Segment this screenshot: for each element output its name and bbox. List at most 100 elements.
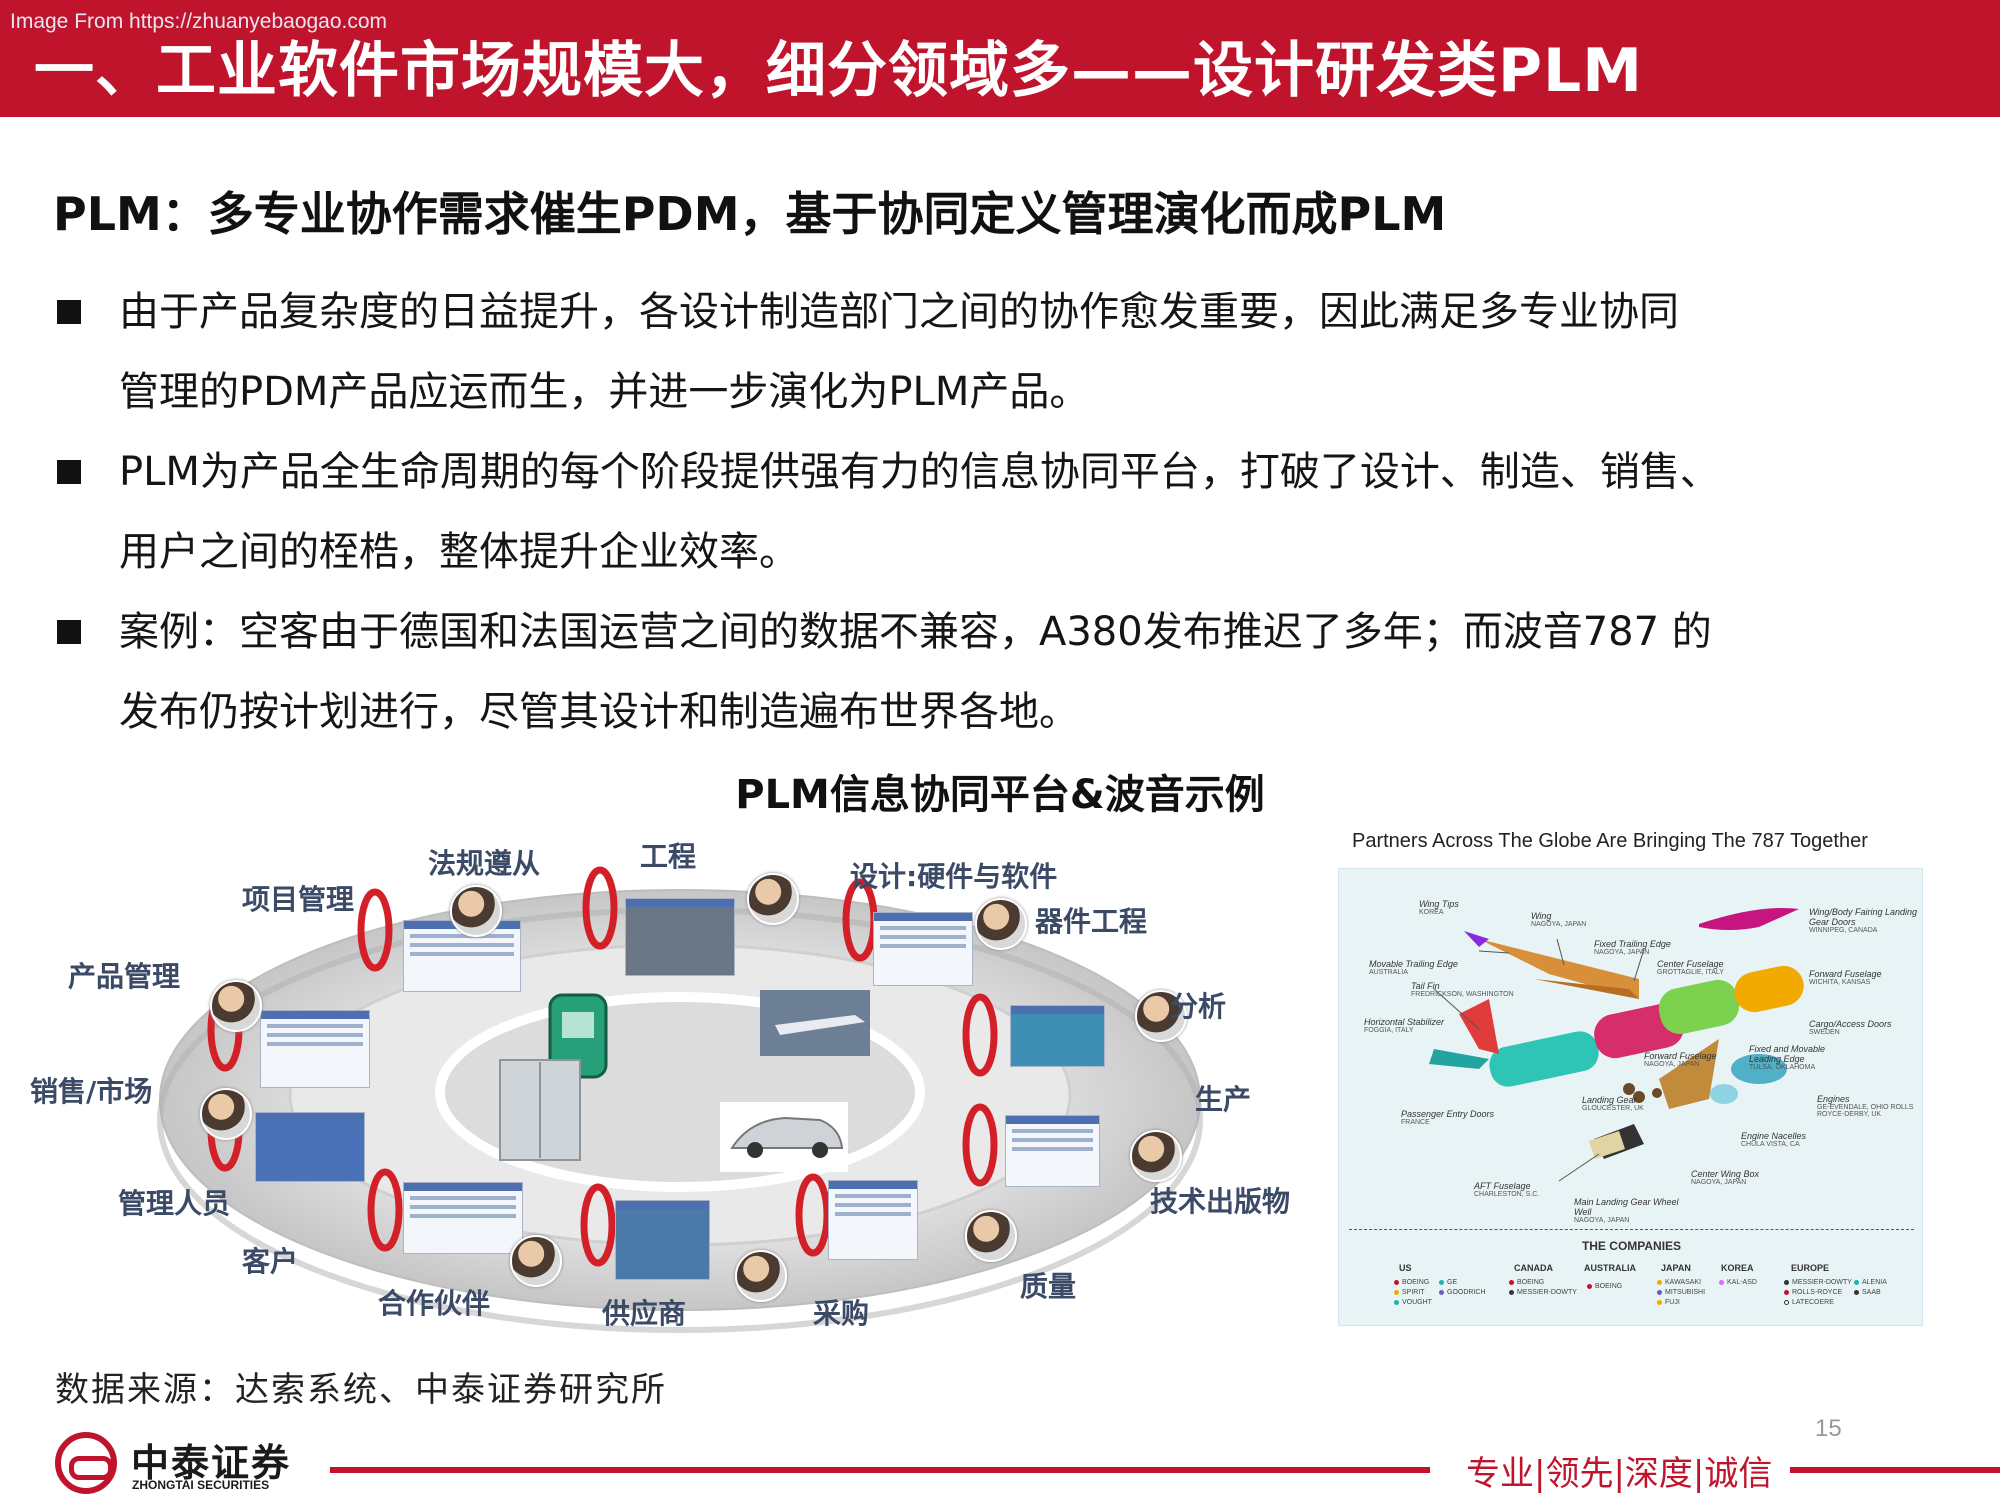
company-item: SPIRIT	[1394, 1289, 1425, 1296]
part-label: Engines GE-EVENDALE, OHIO ROLLS ROYCE-DER…	[1817, 1094, 1914, 1118]
plm-ring-diagram: 法规遵从 工程 设计:硬件与软件 项目管理 器件工程 产品管理 分析 销售/市场…	[20, 830, 1340, 1350]
part-label: Forward Fuselage NAGOYA, JAPAN	[1644, 1051, 1717, 1068]
bullet-square-icon	[57, 620, 81, 644]
boeing-figure-title: Partners Across The Globe Are Bringing T…	[1352, 830, 1868, 852]
ring-label: 设计:硬件与软件	[850, 860, 1058, 893]
company-item: BOEING	[1394, 1279, 1429, 1286]
screen-tile	[625, 898, 735, 976]
part-label: Forward Fuselage WICHITA, KANSAS	[1809, 969, 1882, 986]
page-number: 15	[1815, 1415, 1842, 1442]
ring-label: 合作伙伴	[378, 1287, 491, 1320]
part-label: Fixed Trailing Edge NAGOYA, JAPAN	[1594, 939, 1671, 956]
part-label: Main Landing Gear Wheel Well NAGOYA, JAPA…	[1574, 1197, 1679, 1224]
bullet-square-icon	[57, 460, 81, 484]
person-avatar	[735, 1250, 787, 1302]
screen-tile	[615, 1200, 710, 1280]
footer-divider	[1790, 1467, 2000, 1473]
timeline-divider	[1349, 1229, 1914, 1230]
screen-tile	[403, 1182, 523, 1254]
company-item: MESSIER-DOWTY	[1509, 1289, 1577, 1296]
part-label: Fixed and Movable Leading Edge TULSA, OKL…	[1749, 1044, 1826, 1071]
part-label: Engine Nacelles CHULA VISTA, CA	[1741, 1131, 1807, 1148]
bullet-list: 由于产品复杂度的日益提升，各设计制造部门之间的协作愈发重要，因此满足多专业协同 …	[53, 272, 1923, 752]
company-item: FUJI	[1657, 1299, 1680, 1306]
bullet-item: 由于产品复杂度的日益提升，各设计制造部门之间的协作愈发重要，因此满足多专业协同 …	[53, 272, 1923, 432]
screen-tile	[1010, 1005, 1105, 1067]
part-label: Horizontal Stabilizer FOGGIA, ITALY	[1364, 1017, 1445, 1034]
slide-title: 一、工业软件市场规模大，细分领域多——设计研发类PLM	[34, 36, 1643, 106]
company-item: ROLLS-ROYCE	[1784, 1289, 1842, 1296]
bullet-line: 管理的PDM产品应运而生，并进一步演化为PLM产品。	[119, 369, 1090, 415]
person-avatar	[747, 873, 799, 925]
figure-caption: PLM信息协同平台&波音示例	[735, 772, 1265, 818]
part-label: Center Wing Box NAGOYA, JAPAN	[1691, 1169, 1759, 1186]
ring-label: 客户	[242, 1245, 299, 1278]
company-item: VOUGHT	[1394, 1299, 1432, 1306]
company-item: GE	[1439, 1279, 1457, 1286]
boeing-787-figure: Wing Tips KOREA Wing NAGOYA, JAPAN Wing/Bo…	[1338, 868, 1923, 1326]
person-avatar	[200, 1088, 252, 1140]
ring-label: 质量	[1020, 1270, 1077, 1303]
company-item: MESSIER-DOWTY	[1784, 1279, 1852, 1286]
country-label: EUROPE	[1791, 1263, 1830, 1273]
part-label: Passenger Entry Doors FRANCE	[1401, 1109, 1495, 1126]
ring-label: 产品管理	[68, 960, 181, 993]
company-item: BOEING	[1509, 1279, 1544, 1286]
company-item: KAWASAKI	[1657, 1279, 1701, 1286]
ring-label: 供应商	[602, 1297, 687, 1330]
bullet-line: 发布仍按计划进行，尽管其设计和制造遍布世界各地。	[119, 689, 1079, 735]
part-label: Wing Tips KOREA	[1419, 899, 1459, 916]
company-item: GOODRICH	[1439, 1289, 1486, 1296]
ring-label: 器件工程	[1035, 905, 1148, 938]
country-label: AUSTRALIA	[1584, 1263, 1636, 1273]
country-label: US	[1399, 1263, 1412, 1273]
company-item: ALENIA	[1854, 1279, 1887, 1286]
ring-label: 技术出版物	[1150, 1185, 1291, 1218]
ring-label: 工程	[640, 840, 697, 873]
ring-label: 销售/市场	[30, 1075, 153, 1108]
person-avatar	[510, 1235, 562, 1287]
part-label: Wing NAGOYA, JAPAN	[1531, 911, 1587, 928]
bullet-line: PLM为产品全生命周期的每个阶段提供强有力的信息协同平台，打破了设计、制造、销售…	[119, 449, 1720, 495]
screen-tile	[1005, 1115, 1100, 1187]
bullet-line: 用户之间的桎梏，整体提升企业效率。	[119, 529, 799, 575]
screen-tile	[255, 1112, 365, 1182]
country-label: JAPAN	[1661, 1263, 1691, 1273]
person-avatar	[1130, 1130, 1182, 1182]
screen-tile	[260, 1010, 370, 1088]
company-item: BOEING	[1587, 1283, 1622, 1290]
ring-label: 法规遵从	[428, 847, 541, 880]
bullet-line: 案例：空客由于德国和法国运营之间的数据不兼容，A380发布推迟了多年；而波音78…	[119, 609, 1712, 655]
company-logo-icon	[55, 1432, 117, 1494]
part-label: Wing/Body Fairing Landing Gear Doors WINN…	[1809, 907, 1917, 934]
person-avatar	[975, 898, 1027, 950]
part-label: AFT Fuselage CHARLESTON, S.C.	[1474, 1181, 1540, 1198]
footer-divider	[330, 1467, 1430, 1473]
footer-slogan: 专业|领先|深度|诚信	[1466, 1454, 1773, 1494]
person-avatar	[965, 1210, 1017, 1262]
company-item: SAAB	[1854, 1289, 1881, 1296]
companies-title: THE COMPANIES	[1581, 1239, 1682, 1253]
ring-label: 生产	[1195, 1083, 1252, 1116]
person-avatar	[450, 885, 502, 937]
company-item: MITSUBISHI	[1657, 1289, 1705, 1296]
ring-label: 项目管理	[242, 883, 355, 916]
bullet-square-icon	[57, 300, 81, 324]
data-source-note: 数据来源：达索系统、中泰证券研究所	[55, 1370, 667, 1410]
part-label: Movable Trailing Edge AUSTRALIA	[1369, 959, 1458, 976]
part-label: Tail Fin FREDRICKSON, WASHINGTON	[1411, 981, 1514, 998]
ring-label: 管理人员	[118, 1187, 231, 1220]
bullet-item: PLM为产品全生命周期的每个阶段提供强有力的信息协同平台，打破了设计、制造、销售…	[53, 432, 1923, 592]
subtitle: PLM：多专业协作需求催生PDM，基于协同定义管理演化而成PLM	[53, 187, 1447, 241]
company-logo-english: ZHONGTAI SECURITIES	[132, 1478, 270, 1492]
part-label: Landing Gear GLOUCESTER, UK	[1582, 1095, 1644, 1112]
company-item: LATECOERE	[1784, 1299, 1834, 1306]
ring-label: 采购	[813, 1297, 870, 1330]
part-label: Center Fuselage GROTTAGLIE, ITALY	[1657, 959, 1724, 976]
bullet-item: 案例：空客由于德国和法国运营之间的数据不兼容，A380发布推迟了多年；而波音78…	[53, 592, 1923, 752]
screen-tile	[828, 1180, 918, 1260]
company-item: KAL-ASD	[1719, 1279, 1757, 1286]
bullet-line: 由于产品复杂度的日益提升，各设计制造部门之间的协作愈发重要，因此满足多专业协同	[119, 289, 1679, 335]
country-label: CANADA	[1514, 1263, 1553, 1273]
part-label: Cargo/Access Doors SWEDEN	[1809, 1019, 1892, 1036]
